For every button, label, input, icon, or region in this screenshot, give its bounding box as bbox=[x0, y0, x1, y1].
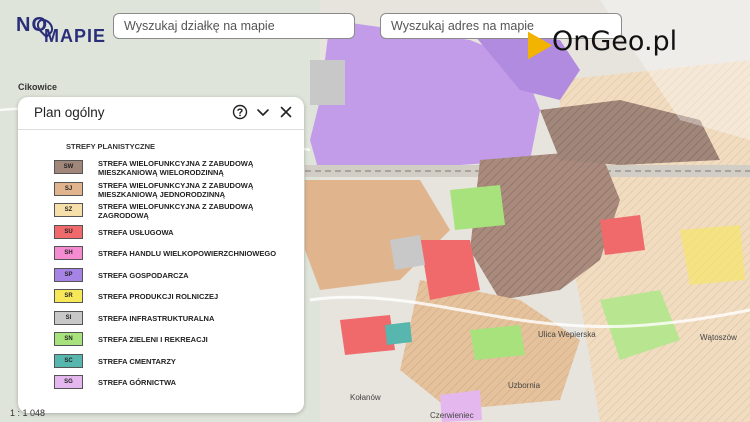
legend-label: STREFA WIELOFUNKCYJNA Z ZABUDOWĄ ZAGRODO… bbox=[98, 202, 254, 220]
legend-label: STREFA CMENTARZY bbox=[98, 356, 176, 366]
zone-su-3 bbox=[600, 215, 645, 255]
logo-text-bottom: MAPIE bbox=[44, 26, 107, 46]
legend-swatch: SH bbox=[54, 246, 83, 260]
close-icon[interactable] bbox=[278, 104, 294, 120]
ongeo-brand-text: OnGeo.pl bbox=[552, 26, 678, 57]
map-label-czerwieniec: Czerwieniec bbox=[430, 411, 474, 420]
zone-sr-1 bbox=[680, 225, 745, 285]
legend-swatch: SI bbox=[54, 310, 83, 325]
zone-sc-1 bbox=[385, 322, 412, 345]
zone-sn-1 bbox=[450, 185, 505, 230]
help-circle-icon[interactable] bbox=[232, 104, 248, 120]
legend-item[interactable]: SR STREFA PRODUKCJI ROLNICZEJ bbox=[54, 286, 294, 308]
legend-label: STREFA HANDLU WIELKOPOWIERZCHNIOWEGO bbox=[98, 249, 277, 258]
legend-item[interactable]: SG STREFA GÓRNICTWA bbox=[54, 372, 294, 394]
ongeo-logo-icon bbox=[515, 24, 553, 60]
legend-swatch: SP bbox=[54, 267, 83, 282]
zone-legend-list: SW STREFA WIELOFUNKCYJNA Z ZABUDOWĄ MIESZ… bbox=[54, 157, 294, 394]
map-label-watoszow: Wątoszów bbox=[700, 333, 737, 342]
legend-item[interactable]: SN STREFA ZIELENI I REKREACJI bbox=[54, 329, 294, 351]
legend-label: STREFA INFRASTRUKTURALNA bbox=[98, 313, 215, 323]
legend-label: STREFA GOSPODARCZA bbox=[98, 270, 189, 280]
legend-swatch: SG bbox=[54, 375, 83, 389]
legend-swatch: SJ bbox=[54, 181, 83, 196]
map-label-kolanow: Kołanów bbox=[350, 393, 381, 402]
parcel-search-input[interactable] bbox=[113, 13, 355, 39]
legend-swatch: SZ bbox=[54, 203, 83, 217]
legend-label: STREFA WIELOFUNKCYJNA Z ZABUDOWĄ MIESZKA… bbox=[98, 159, 254, 177]
legend-label: STREFA WIELOFUNKCYJNA Z ZABUDOWĄ MIESZKA… bbox=[98, 180, 254, 199]
panel-divider bbox=[18, 129, 304, 130]
legend-swatch: SR bbox=[54, 289, 83, 303]
map-label-cikowice: Cikowice bbox=[18, 82, 57, 92]
map-label-ulica-wepierska: Ulica Wepierska bbox=[538, 330, 596, 339]
legend-item[interactable]: SU STREFA USŁUGOWA bbox=[54, 222, 294, 244]
panel-title: Plan ogólny bbox=[34, 105, 105, 120]
map-scale: 1 : 1 048 bbox=[10, 408, 46, 418]
legend-title: STREFY PLANISTYCZNE bbox=[66, 142, 156, 151]
chevron-down-icon[interactable] bbox=[255, 104, 271, 120]
legend-item[interactable]: SJ STREFA WIELOFUNKCYJNA Z ZABUDOWĄ MIESZ… bbox=[54, 179, 294, 201]
na-mapie-logo[interactable]: NO MAPIE bbox=[16, 12, 105, 46]
legend-swatch: SW bbox=[54, 160, 83, 174]
legend-label: STREFA USŁUGOWA bbox=[98, 227, 174, 237]
legend-item[interactable]: SH STREFA HANDLU WIELKOPOWIERZCHNIOWEGO bbox=[54, 243, 294, 265]
legend-label: STREFA GÓRNICTWA bbox=[98, 378, 177, 387]
legend-item[interactable]: SZ STREFA WIELOFUNKCYJNA Z ZABUDOWĄ ZAGRO… bbox=[54, 200, 294, 222]
zone-si-2 bbox=[310, 60, 345, 105]
legend-label: STREFA ZIELENI I REKREACJI bbox=[98, 335, 208, 344]
plan-legend-panel: Plan ogólny STREFY PLANISTYCZNE SW STREFA… bbox=[18, 97, 304, 413]
legend-item[interactable]: SC STREFA CMENTARZY bbox=[54, 351, 294, 373]
legend-item[interactable]: SP STREFA GOSPODARCZA bbox=[54, 265, 294, 287]
zone-sn-3 bbox=[470, 325, 525, 360]
legend-swatch: SC bbox=[54, 353, 83, 368]
zone-si-1 bbox=[390, 235, 425, 270]
zone-su-1 bbox=[420, 240, 480, 300]
legend-swatch: SU bbox=[54, 224, 83, 239]
map-label-uzbornia: Uzbornia bbox=[508, 381, 541, 390]
legend-swatch: SN bbox=[54, 332, 83, 346]
legend-item[interactable]: SW STREFA WIELOFUNKCYJNA Z ZABUDOWĄ MIESZ… bbox=[54, 157, 294, 179]
ongeo-brand[interactable]: OnGeo.pl bbox=[515, 24, 680, 62]
legend-item[interactable]: SI STREFA INFRASTRUKTURALNA bbox=[54, 308, 294, 330]
legend-label: STREFA PRODUKCJI ROLNICZEJ bbox=[98, 292, 219, 301]
